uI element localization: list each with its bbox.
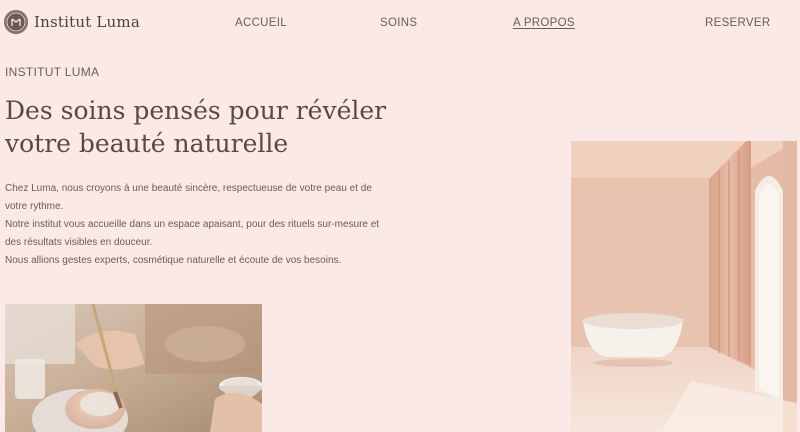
- nav-a-propos[interactable]: A PROPOS: [513, 17, 575, 29]
- intro-text: Chez Luma, nous croyons à une beauté sin…: [5, 180, 390, 270]
- monogram-logo-icon: [4, 10, 28, 34]
- intro-paragraph-2: Notre institut vous accueille dans un es…: [5, 219, 380, 248]
- section-eyebrow: INSTITUT LUMA: [5, 65, 100, 79]
- intro-paragraph-1: Chez Luma, nous croyons à une beauté sin…: [5, 183, 372, 212]
- site-header: Institut Luma ACCUEIL SOINS A PROPOS RES…: [0, 0, 800, 48]
- brand-logo[interactable]: Institut Luma: [4, 10, 140, 34]
- brand-name: Institut Luma: [34, 13, 140, 31]
- intro-paragraph-3: Nous allions gestes experts, cosmétique …: [5, 255, 342, 266]
- headline-line-2: votre beauté naturelle: [5, 129, 289, 158]
- nav-reserver[interactable]: RESERVER: [705, 17, 770, 29]
- nav-soins[interactable]: SOINS: [380, 17, 417, 29]
- spa-room-photo: [571, 141, 797, 432]
- facial-treatment-photo: [5, 304, 262, 432]
- headline-line-1: Des soins pensés pour révéler: [5, 96, 387, 125]
- page-title: Des soins pensés pour révéler votre beau…: [5, 94, 425, 160]
- nav-accueil[interactable]: ACCUEIL: [235, 17, 287, 29]
